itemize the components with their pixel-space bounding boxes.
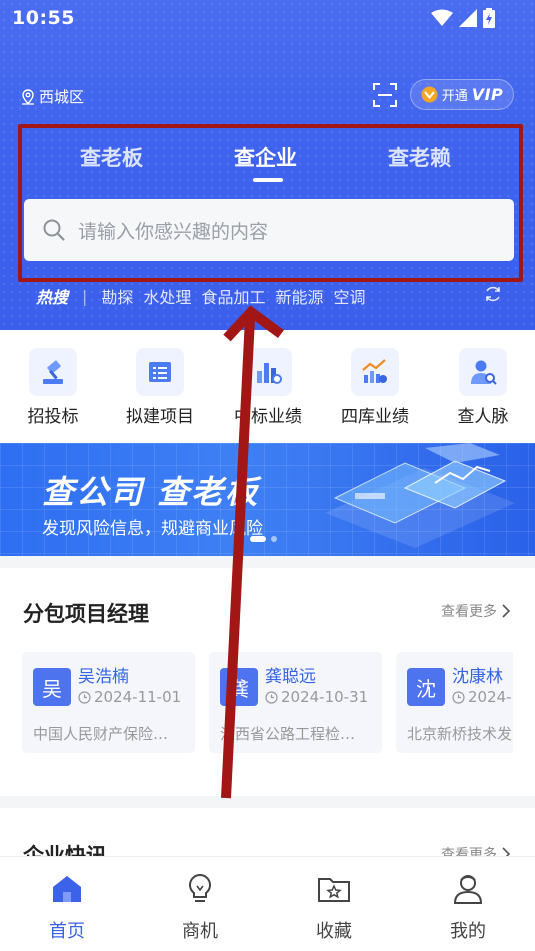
section-title: 分包项目经理 — [23, 602, 149, 626]
gavel-icon — [29, 348, 77, 396]
home-icon — [53, 876, 81, 902]
hot-tag[interactable]: 空调 — [333, 284, 365, 308]
company-name: 北京新桥技术发 — [407, 725, 513, 743]
quick-entry-label: 招投标 — [27, 407, 79, 427]
scan-icon[interactable] — [372, 82, 398, 108]
date-value: 2024-1 — [468, 688, 513, 706]
quick-entry-grid: 招投标 拟建项目 中标业绩 四库业绩 查人脉 — [0, 330, 535, 444]
tabbar-label: 收藏 — [316, 921, 352, 942]
hot-tag[interactable]: 新能源 — [275, 284, 323, 308]
status-bar: 10:55 — [0, 0, 535, 38]
quick-entry-label: 四库业绩 — [341, 407, 409, 427]
refresh-icon[interactable] — [484, 285, 502, 303]
tab-defaulter[interactable]: 查老赖 — [388, 142, 451, 172]
manager-name: 吴浩楠 — [78, 667, 129, 687]
avatar: 龚 — [220, 668, 258, 706]
company-name: 中国人民财产保险… — [33, 725, 169, 743]
manager-date: 2024-1 — [452, 688, 513, 706]
quick-entry-planned-projects[interactable]: 拟建项目 — [115, 348, 205, 427]
search-input[interactable]: 请输入你感兴趣的内容 — [24, 199, 514, 261]
tabbar-item-favorites[interactable]: 收藏 — [294, 871, 374, 943]
avatar: 吴 — [33, 668, 71, 706]
tabbar-label: 商机 — [182, 921, 218, 942]
folder-star-icon — [318, 878, 350, 902]
banner-illustration — [325, 443, 515, 548]
manager-date: 2024-11-01 — [78, 688, 181, 706]
tabbar-label: 首页 — [49, 921, 85, 942]
chevron-right-icon — [502, 604, 511, 618]
date-value: 2024-10-31 — [281, 688, 369, 706]
clock-icon — [452, 690, 465, 704]
bar-chart-icon — [244, 348, 292, 396]
manager-card-list: 吴 吴浩楠 2024-11-01 中国人民财产保险… 龚 龚聪远 2024-10… — [22, 652, 513, 754]
user-icon — [453, 875, 483, 904]
tabbar-item-mine[interactable]: 我的 — [428, 871, 508, 943]
bottom-tab-bar: 首页 商机 收藏 我的 — [0, 856, 535, 951]
quick-entry-bidding[interactable]: 招投标 — [8, 348, 98, 427]
quick-entry-label: 中标业绩 — [234, 407, 302, 427]
location-pin-icon — [22, 88, 34, 105]
quick-entry-connections[interactable]: 查人脉 — [438, 348, 528, 427]
carousel-dot — [271, 536, 277, 542]
hot-tag[interactable]: 勘探 — [101, 284, 133, 308]
search-icon — [43, 219, 65, 241]
status-time: 10:55 — [12, 7, 75, 29]
quick-entry-label: 拟建项目 — [126, 407, 194, 427]
header: 10:55 西城区 开通 VIP 查老板 查企业 查老赖 请输入你感兴趣的内容 … — [0, 0, 535, 330]
tabbar-item-home[interactable]: 首页 — [27, 871, 107, 943]
vip-button[interactable]: 开通 VIP — [410, 79, 514, 110]
manager-name: 沈康林 — [452, 667, 503, 687]
avatar: 沈 — [407, 668, 445, 706]
divider: | — [82, 286, 88, 306]
clock-icon — [265, 690, 278, 704]
manager-card[interactable]: 吴 吴浩楠 2024-11-01 中国人民财产保险… — [22, 652, 195, 753]
vip-label: VIP — [471, 85, 504, 104]
active-tab-indicator — [253, 178, 283, 182]
carousel-dots — [250, 536, 277, 542]
date-value: 2024-11-01 — [94, 688, 182, 706]
wifi-icon — [431, 9, 453, 26]
tab-company[interactable]: 查企业 — [234, 142, 297, 172]
view-more-link[interactable]: 查看更多 — [441, 601, 511, 621]
promo-banner[interactable]: 查公司 查老板 发现风险信息，规避商业风险 — [0, 443, 535, 556]
quick-entry-label: 查人脉 — [457, 407, 509, 427]
tabbar-label: 我的 — [450, 921, 486, 942]
manager-name: 龚聪远 — [265, 667, 316, 687]
vip-prefix: 开通 — [441, 89, 468, 104]
trend-chart-icon — [351, 348, 399, 396]
carousel-dot-active — [250, 536, 266, 542]
tabbar-item-opportunities[interactable]: 商机 — [160, 871, 240, 943]
status-icons — [431, 8, 495, 28]
signal-icon — [459, 9, 477, 27]
location-label: 西城区 — [39, 88, 85, 106]
banner-title: 查公司 查老板 — [42, 473, 260, 511]
manager-card[interactable]: 沈 沈康林 2024-1 北京新桥技术发 — [396, 652, 513, 753]
lightbulb-icon — [189, 873, 211, 902]
manager-card[interactable]: 龚 龚聪远 2024-10-31 江西省公路工程检… — [209, 652, 382, 753]
company-name: 江西省公路工程检… — [220, 725, 356, 743]
manager-date: 2024-10-31 — [265, 688, 368, 706]
battery-icon — [483, 8, 495, 28]
quick-entry-four-databases[interactable]: 四库业绩 — [330, 348, 420, 427]
hot-tag[interactable]: 食品加工 — [201, 284, 265, 308]
list-doc-icon — [136, 348, 184, 396]
search-placeholder: 请输入你感兴趣的内容 — [78, 220, 269, 243]
crown-icon — [421, 86, 438, 103]
quick-entry-winning-bids[interactable]: 中标业绩 — [223, 348, 313, 427]
subcontract-manager-section: 分包项目经理 查看更多 吴 吴浩楠 2024-11-01 中国人民财产保险… 龚… — [0, 568, 535, 796]
tab-boss[interactable]: 查老板 — [80, 142, 143, 172]
banner-subtitle: 发现风险信息，规避商业风险 — [42, 519, 263, 539]
hot-search-bar: 热搜 | 勘探 水处理 食品加工 新能源 空调 — [36, 284, 365, 308]
clock-icon — [78, 690, 91, 704]
hot-search-label: 热搜 — [36, 288, 69, 307]
location-selector[interactable]: 西城区 — [20, 86, 84, 107]
search-type-tabs: 查老板 查企业 查老赖 — [22, 130, 516, 182]
view-more-label: 查看更多 — [441, 604, 497, 620]
person-search-icon — [459, 348, 507, 396]
hot-tag[interactable]: 水处理 — [143, 284, 191, 308]
